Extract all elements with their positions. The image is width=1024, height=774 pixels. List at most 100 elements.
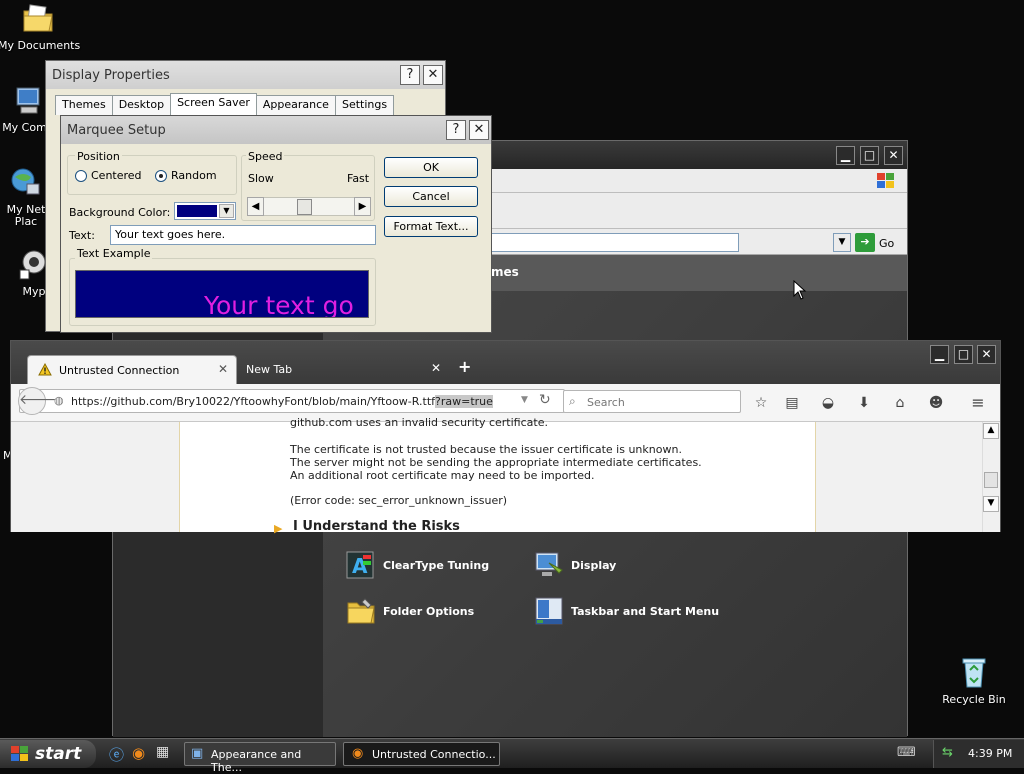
text-example-marquee: Your text go bbox=[204, 291, 354, 318]
new-tab-plus-icon[interactable]: + bbox=[458, 357, 471, 376]
scroll-down-button[interactable]: ▼ bbox=[983, 496, 999, 512]
close-button[interactable]: ✕ bbox=[423, 65, 443, 85]
desktop-icon-recycle-bin[interactable]: Recycle Bin bbox=[934, 656, 1014, 706]
firefox-titlebar[interactable]: Untrusted Connection ✕ New Tab ✕ + ▁ □ ✕ bbox=[11, 341, 1000, 384]
minimize-button[interactable]: ▁ bbox=[930, 345, 949, 364]
radio-circle bbox=[75, 169, 87, 182]
keyboard-icon[interactable]: ⌨ bbox=[897, 745, 916, 760]
control-panel-item-folder-options[interactable]: Folder Options bbox=[345, 595, 474, 627]
hello-chat-icon[interactable]: ☻ bbox=[926, 394, 946, 414]
position-group-label: Position bbox=[75, 150, 122, 163]
control-panel-icon: ▣ bbox=[191, 746, 204, 761]
maximize-button[interactable]: □ bbox=[954, 345, 973, 364]
quick-launch-media-icon[interactable]: ▦ bbox=[156, 744, 169, 760]
go-arrow-icon[interactable]: ➔ bbox=[855, 233, 875, 252]
url-bar[interactable]: 🡐 ◍ https://github.com/Bry10022/Yftoowhy… bbox=[18, 387, 565, 415]
scroll-up-button[interactable]: ▲ bbox=[983, 423, 999, 439]
desktop-icon-label: My Documents bbox=[0, 39, 81, 52]
network-tray-icon[interactable]: ⇆ bbox=[942, 745, 953, 760]
quick-launch-firefox-icon[interactable]: ◉ bbox=[132, 744, 145, 762]
error-detail-line: An additional root certificate may need … bbox=[290, 469, 595, 482]
reading-list-icon[interactable]: ▤ bbox=[782, 394, 802, 414]
marquee-titlebar[interactable]: Marquee Setup ? ✕ bbox=[61, 116, 491, 144]
firefox-window: Untrusted Connection ✕ New Tab ✕ + ▁ □ ✕… bbox=[10, 340, 1001, 535]
tab-desktop[interactable]: Desktop bbox=[111, 95, 172, 115]
radio-circle-selected bbox=[155, 169, 167, 182]
control-panel-item-label: ClearType Tuning bbox=[383, 558, 490, 572]
reload-icon[interactable]: ↻ bbox=[539, 392, 551, 408]
minimize-button[interactable]: ▁ bbox=[836, 146, 855, 165]
downloads-icon[interactable]: ⬇ bbox=[854, 394, 874, 414]
control-panel-item-cleartype[interactable]: A ClearType Tuning bbox=[345, 549, 489, 581]
windows-flag-icon bbox=[11, 746, 28, 761]
computer-icon bbox=[16, 87, 40, 114]
close-tab-icon[interactable]: ✕ bbox=[218, 362, 228, 376]
radio-random[interactable]: Random bbox=[155, 169, 217, 182]
desktop-icon-my-documents[interactable]: My Documents bbox=[0, 2, 81, 52]
display-properties-titlebar[interactable]: Display Properties ? ✕ bbox=[46, 61, 445, 89]
untrusted-connection-page: github.com uses an invalid security cert… bbox=[179, 416, 816, 535]
address-dropdown-button[interactable]: ▼ bbox=[833, 233, 851, 252]
maximize-button[interactable]: □ bbox=[860, 146, 879, 165]
folder-documents-icon bbox=[23, 4, 53, 32]
taskbar-item-label: Untrusted Connectio... bbox=[372, 748, 496, 761]
close-button[interactable]: ✕ bbox=[884, 146, 903, 165]
close-tab-icon[interactable]: ✕ bbox=[431, 361, 441, 375]
control-panel-item-display[interactable]: Display bbox=[533, 549, 616, 581]
tab-themes[interactable]: Themes bbox=[55, 95, 113, 115]
taskbar-item-untrusted-connection[interactable]: ◉ Untrusted Connectio... bbox=[343, 742, 500, 766]
chevron-down-icon[interactable]: ▼ bbox=[219, 204, 234, 218]
background-color-picker[interactable]: ▼ bbox=[174, 202, 236, 220]
close-button[interactable]: ✕ bbox=[977, 345, 996, 364]
tab-untrusted-connection[interactable]: Untrusted Connection ✕ bbox=[27, 355, 237, 384]
vertical-scrollbar[interactable]: ▲ ▼ bbox=[982, 422, 999, 532]
scroll-thumb[interactable] bbox=[984, 472, 998, 488]
control-panel-item-taskbar[interactable]: Taskbar and Start Menu bbox=[533, 595, 719, 627]
help-button[interactable]: ? bbox=[446, 120, 466, 140]
search-input[interactable]: ⌕ Search bbox=[563, 390, 741, 413]
mouse-cursor-icon bbox=[793, 280, 807, 300]
firefox-content: github.com uses an invalid security cert… bbox=[11, 416, 1000, 535]
tab-screen-saver[interactable]: Screen Saver bbox=[170, 93, 257, 115]
help-button[interactable]: ? bbox=[400, 65, 420, 85]
format-text-button[interactable]: Format Text... bbox=[384, 216, 478, 237]
marquee-text-input[interactable]: Your text goes here. bbox=[110, 225, 376, 245]
speed-slow-label: Slow bbox=[248, 172, 274, 185]
error-detail-line: The certificate is not trusted because t… bbox=[290, 443, 682, 456]
close-button[interactable]: ✕ bbox=[469, 120, 489, 140]
quick-launch-ie-icon[interactable]: ⓔ bbox=[109, 744, 124, 765]
url-selected: ?raw=true bbox=[435, 395, 493, 408]
start-button[interactable]: start bbox=[0, 740, 96, 768]
cancel-button[interactable]: Cancel bbox=[384, 186, 478, 207]
home-icon[interactable]: ⌂ bbox=[890, 394, 910, 414]
tab-settings[interactable]: Settings bbox=[334, 95, 395, 115]
ok-button[interactable]: OK bbox=[384, 157, 478, 178]
control-panel-item-label: Display bbox=[571, 558, 617, 572]
warning-icon bbox=[38, 363, 52, 376]
taskbar: start ⓔ ◉ ▦ ▣ Appearance and The... ◉ Un… bbox=[0, 738, 1024, 774]
error-detail-line: The server might not be sending the appr… bbox=[290, 456, 702, 469]
control-panel-header-title: mes bbox=[491, 265, 519, 279]
network-globe-icon bbox=[11, 168, 40, 195]
expand-arrow-icon[interactable]: ▶ bbox=[274, 522, 282, 535]
cleartype-icon: A bbox=[346, 551, 374, 579]
back-button[interactable]: 🡐 bbox=[18, 387, 57, 415]
bookmark-star-icon[interactable]: ☆ bbox=[751, 394, 771, 414]
go-button-label[interactable]: Go bbox=[879, 237, 894, 250]
speed-slider-left-arrow[interactable]: ◀ bbox=[247, 197, 264, 216]
url-text: https://github.com/Bry10022/YftoowhyFont… bbox=[71, 395, 493, 408]
start-label: start bbox=[35, 744, 82, 764]
windows-logo-icon bbox=[877, 173, 894, 188]
understand-risks-heading[interactable]: I Understand the Risks bbox=[293, 519, 460, 534]
clock[interactable]: 4:39 PM bbox=[968, 747, 1012, 760]
speed-slider-thumb[interactable] bbox=[297, 199, 312, 215]
radio-centered[interactable]: Centered bbox=[75, 169, 142, 182]
tab-appearance[interactable]: Appearance bbox=[255, 95, 336, 115]
speed-slider-right-arrow[interactable]: ▶ bbox=[354, 197, 371, 216]
tab-new-tab[interactable]: New Tab ✕ bbox=[237, 355, 443, 384]
menu-hamburger-icon[interactable]: ≡ bbox=[968, 394, 988, 414]
taskbar-item-appearance[interactable]: ▣ Appearance and The... bbox=[184, 742, 336, 774]
pocket-icon[interactable]: ◒ bbox=[818, 394, 838, 414]
tab-label: New Tab bbox=[246, 363, 293, 376]
url-dropdown-icon[interactable]: ▼ bbox=[521, 395, 528, 405]
